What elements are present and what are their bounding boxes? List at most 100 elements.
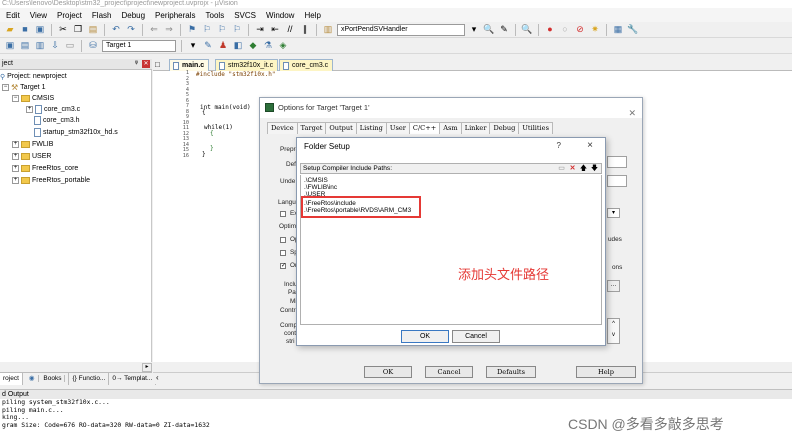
build-icon[interactable]: ▤ <box>19 40 31 51</box>
configure-icon[interactable]: ✷ <box>589 24 601 35</box>
tab-core-cm3-c[interactable]: core_cm3.c <box>279 59 334 71</box>
menu-project[interactable]: Project <box>57 11 82 20</box>
expand-icon[interactable]: + <box>12 153 19 160</box>
incremental-find-icon[interactable]: ✎ <box>498 24 510 35</box>
tab-device[interactable]: Device <box>267 122 298 134</box>
scroll-left-icon[interactable]: ‹ <box>156 373 159 382</box>
rte-icon[interactable]: ◈ <box>277 40 289 51</box>
panel-close-icon[interactable]: ✕ <box>142 60 150 68</box>
menu-svcs[interactable]: SVCS <box>234 11 256 20</box>
bookmark-icon[interactable]: ⚑ <box>186 24 198 35</box>
tab-project[interactable]: roject <box>0 373 23 385</box>
move-up-icon[interactable]: 🡅 <box>579 164 588 173</box>
breakpoint-icon[interactable]: ● <box>544 24 556 35</box>
tab-target[interactable]: Target <box>296 122 327 134</box>
save-icon[interactable]: ■ <box>19 24 31 35</box>
one-elf-checkbox[interactable]: ✓ <box>280 263 286 269</box>
comment-icon[interactable]: // <box>284 24 296 35</box>
translate-icon[interactable]: ▣ <box>4 40 16 51</box>
file-extensions-icon[interactable]: ♟ <box>217 40 229 51</box>
expand-icon[interactable]: + <box>12 177 19 184</box>
window-layout-icon[interactable]: ▦ <box>612 24 624 35</box>
tab-functions[interactable]: {} Functio... <box>69 373 110 385</box>
help-button[interactable]: Help <box>576 366 636 378</box>
define-field-edge[interactable] <box>607 156 627 168</box>
collapse-icon[interactable]: − <box>2 84 9 91</box>
tree-group-freertos-core[interactable]: + FreeRtos_core <box>12 163 78 174</box>
close-icon[interactable]: ✕ <box>628 103 636 123</box>
path-item[interactable]: .\CMSIS <box>304 177 328 184</box>
load-icon[interactable]: ⛁ <box>87 40 99 51</box>
options-for-target-icon[interactable]: ✎ <box>202 40 214 51</box>
tree-file-core-cm3-c[interactable]: + core_cm3.c <box>26 104 80 115</box>
cancel-button[interactable]: Cancel <box>452 330 500 343</box>
menu-view[interactable]: View <box>30 11 47 20</box>
tab-listing[interactable]: Listing <box>355 122 387 134</box>
tab-debug[interactable]: Debug <box>489 122 520 134</box>
tab-books[interactable]: ◉ Books <box>23 373 70 385</box>
tab-linker[interactable]: Linker <box>460 122 491 134</box>
defaults-button[interactable]: Defaults <box>486 366 536 378</box>
cancel-button[interactable]: Cancel <box>425 366 473 378</box>
nav-forward-icon[interactable]: ⇒ <box>163 24 175 35</box>
paste-icon[interactable]: ▤ <box>87 24 99 35</box>
cut-icon[interactable]: ✂ <box>57 24 69 35</box>
bookmark-next-icon[interactable]: ⚐ <box>216 24 228 35</box>
browse-paths-button[interactable]: … <box>607 280 620 292</box>
wrench-icon[interactable]: 🔧 <box>627 24 639 35</box>
tree-scroll-right-icon[interactable]: ▸ <box>142 363 152 372</box>
menu-debug[interactable]: Debug <box>121 11 145 20</box>
pack-installer-icon[interactable]: ⚗ <box>262 40 274 51</box>
uncomment-icon[interactable]: ∥ <box>299 24 311 35</box>
help-icon[interactable]: ? <box>557 141 561 150</box>
close-icon[interactable]: × <box>587 140 593 151</box>
redo-icon[interactable]: ↷ <box>125 24 137 35</box>
tree-project-node[interactable]: ⚲ Project: newproject <box>0 71 67 82</box>
breakpoint-disable-icon[interactable]: ○ <box>559 24 571 35</box>
tab-user[interactable]: User <box>385 122 410 134</box>
pin-icon[interactable]: ᵠ <box>135 60 138 68</box>
expand-icon[interactable]: + <box>26 106 33 113</box>
tree-group-user[interactable]: + USER <box>12 151 51 162</box>
download-icon[interactable]: ⇩ <box>49 40 61 51</box>
expand-icon[interactable]: + <box>12 165 19 172</box>
expand-icon[interactable]: + <box>12 141 19 148</box>
breakpoint-kill-icon[interactable]: ⊘ <box>574 24 586 35</box>
batch-build-icon[interactable]: ▭ <box>64 40 76 51</box>
undo-icon[interactable]: ↶ <box>110 24 122 35</box>
tree-group-freertos-portable[interactable]: + FreeRtos_portable <box>12 175 90 186</box>
find-in-files-icon[interactable]: ▥ <box>322 24 334 35</box>
unindent-icon[interactable]: ⇤ <box>269 24 281 35</box>
language-dropdown-icon[interactable]: ▾ <box>607 208 620 218</box>
optimize-time-checkbox[interactable] <box>280 237 286 243</box>
tab-asm[interactable]: Asm <box>439 122 462 134</box>
manage-components-icon[interactable]: ◧ <box>232 40 244 51</box>
find-icon[interactable]: 🔍 <box>483 24 495 35</box>
move-down-icon[interactable]: 🡇 <box>590 164 599 173</box>
execute-only-checkbox[interactable] <box>280 211 286 217</box>
menu-help[interactable]: Help <box>304 11 320 20</box>
menu-tools[interactable]: Tools <box>206 11 225 20</box>
menu-window[interactable]: Window <box>266 11 294 20</box>
menu-flash[interactable]: Flash <box>92 11 112 20</box>
tree-file-core-cm3-h[interactable]: core_cm3.h <box>34 115 80 126</box>
new-folder-icon[interactable]: ▭ <box>557 164 566 173</box>
tab-stm32f10x-it-c[interactable]: stm32f10x_it.c <box>215 59 279 71</box>
combo-dropdown-icon[interactable]: ▾ <box>468 24 480 35</box>
path-item[interactable]: .\FWLIB\inc <box>304 184 337 191</box>
ok-button[interactable]: OK <box>401 330 449 343</box>
bookmark-prev-icon[interactable]: ⚐ <box>201 24 213 35</box>
rebuild-icon[interactable]: ▥ <box>34 40 46 51</box>
tree-target-node[interactable]: − ⚒ Target 1 <box>2 82 45 93</box>
tabs-menu-icon[interactable]: □ <box>155 60 160 69</box>
collapse-icon[interactable]: − <box>12 95 19 102</box>
tab-utilities[interactable]: Utilities <box>518 122 553 134</box>
select-packs-icon[interactable]: ◆ <box>247 40 259 51</box>
controls-scrollbar[interactable]: ^ v <box>607 318 620 344</box>
tab-output[interactable]: Output <box>325 122 357 134</box>
bookmark-clear-icon[interactable]: ⚐ <box>231 24 243 35</box>
copy-icon[interactable]: ❐ <box>72 24 84 35</box>
open-icon[interactable]: ▰ <box>4 24 16 35</box>
menu-peripherals[interactable]: Peripherals <box>155 11 195 20</box>
save-all-icon[interactable]: ▣ <box>34 24 46 35</box>
